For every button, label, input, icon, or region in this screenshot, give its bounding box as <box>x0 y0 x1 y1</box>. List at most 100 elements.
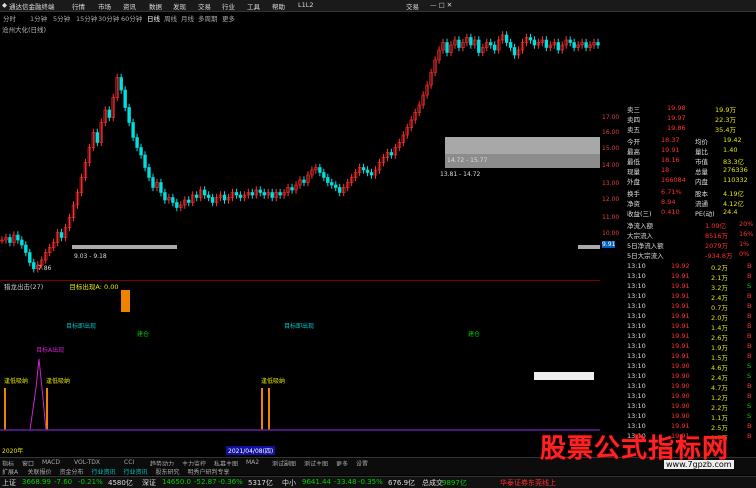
tick-side: S <box>747 372 752 380</box>
menu-item-tools[interactable]: 工具 <box>247 1 260 11</box>
sub-tab[interactable]: 股东研究 <box>156 467 180 476</box>
tick-volume: 0.7万 <box>711 304 728 312</box>
tick-price: 19.90 <box>671 382 690 390</box>
menu-item-data[interactable]: 数据 <box>149 1 162 11</box>
indicator-chart[interactable]: 目标即出现 目标即出现 目标A出现 建仓 建仓 逢低吸纳 逢低吸纳 逢低吸纳 <box>0 288 600 446</box>
candle-body <box>556 42 560 51</box>
menu-item-trade[interactable]: 交易 <box>198 1 211 11</box>
candle-body <box>504 34 509 43</box>
index-pct: -0.21% <box>78 478 103 486</box>
candle-body <box>596 42 600 46</box>
trade-button[interactable]: 交易 <box>406 1 419 11</box>
tick-row: 13:10 19.90 2.4万 S <box>625 372 756 382</box>
date-left: 2020年 <box>2 448 24 455</box>
current-price-tag: 9.91 <box>602 241 616 248</box>
candle-body <box>270 192 274 198</box>
tick-row: 13:10 19.92 0.2万 B <box>625 262 756 272</box>
tick-time: 13:10 <box>627 342 646 350</box>
candle-body <box>139 147 143 156</box>
tick-volume: 0.2万 <box>711 264 728 272</box>
sub-tab[interactable]: 关联报价 <box>28 467 52 476</box>
period-tab-30min[interactable]: 30分钟 <box>98 13 119 23</box>
tick-side: B <box>747 322 752 330</box>
candle-body <box>469 37 473 46</box>
tick-side: S <box>747 362 752 370</box>
sub-tab[interactable]: 行业资讯 <box>92 467 116 476</box>
candle-body <box>194 194 199 198</box>
period-tab-15min[interactable]: 15分钟 <box>76 13 97 23</box>
period-tab-intraday[interactable]: 分时 <box>3 13 16 23</box>
tick-volume: 1.5万 <box>711 354 728 362</box>
quote-value2: 19.42 <box>723 136 742 144</box>
quote-value: 166084 <box>661 176 686 184</box>
indicator-tab[interactable]: MACD <box>42 459 60 466</box>
app-title: 通达信金融终端 <box>9 3 55 11</box>
sub-tab[interactable]: 资金分布 <box>60 467 84 476</box>
tick-volume: 2.1万 <box>711 274 728 282</box>
quote-row: 卖三 19.98 19.9万 <box>625 104 756 114</box>
app-logo-icon: ◆ <box>2 1 7 9</box>
quote-price: 19.86 <box>667 124 686 132</box>
period-tab-5min[interactable]: 5分钟 <box>53 13 70 23</box>
tick-time: 13:10 <box>627 392 646 400</box>
quote-value2: 1.40 <box>723 146 738 154</box>
window-controls-icon[interactable]: — □ ✕ <box>430 1 452 9</box>
tick-volume: 2.4万 <box>711 374 728 382</box>
period-tab-more[interactable]: 更多 <box>222 13 235 23</box>
period-tab-daily[interactable]: 日线 <box>147 13 160 23</box>
menu-item-market[interactable]: 市场 <box>98 1 111 11</box>
tick-price: 19.91 <box>671 312 690 320</box>
quote-volume: 19.9万 <box>715 106 736 114</box>
indicator-peak <box>29 358 47 431</box>
quote-key: 最高 <box>627 148 640 156</box>
tick-time: 13:10 <box>627 332 646 340</box>
index-value: 9641.44 <box>302 478 331 486</box>
sub-tabs: 扩展A 关联报价 资金分布 行业资讯 行业资讯 股东研究 明秀户研判专享 <box>0 466 756 476</box>
range-label-1: 14.72 - 15.77 <box>447 157 488 164</box>
menu-item-news[interactable]: 资讯 <box>123 1 136 11</box>
price-tick: 12.00 <box>602 196 620 203</box>
period-tab-60min[interactable]: 60分钟 <box>121 13 142 23</box>
period-tab-weekly[interactable]: 周线 <box>164 13 177 23</box>
period-tab-monthly[interactable]: 月线 <box>181 13 194 23</box>
menu-item-quotes[interactable]: 行情 <box>72 1 85 11</box>
candlestick-chart[interactable]: 14.72 - 15.77 13.81 - 14.72 9.03 - 9.18 … <box>0 30 600 280</box>
sub-tab[interactable]: 行业资讯 <box>124 467 148 476</box>
tick-price: 19.90 <box>671 362 690 370</box>
indicator-tab[interactable]: MA2 <box>246 459 259 466</box>
sub-tab[interactable]: 扩展A <box>2 467 18 476</box>
quote-price: 19.98 <box>667 104 686 112</box>
tick-time: 13:10 <box>627 312 646 320</box>
tick-side: B <box>747 292 752 300</box>
price-tick: 14.00 <box>602 162 620 169</box>
quote-key2: 股本 <box>695 190 708 198</box>
quote-value2: 4.12亿 <box>723 200 744 208</box>
price-tick: 13.00 <box>602 180 620 187</box>
flow-key: 净流入额 <box>627 222 653 230</box>
period-tab-multi[interactable]: 多周期 <box>198 13 218 23</box>
indicator-tab[interactable]: VOL-TDX <box>74 459 100 466</box>
menu-item-industry[interactable]: 行业 <box>222 1 235 11</box>
tick-side: S <box>747 282 752 290</box>
menu-item-discover[interactable]: 发现 <box>173 1 186 11</box>
indicator-tab[interactable]: CCI <box>124 459 134 466</box>
tick-row: 13:10 19.91 1.5万 B <box>625 352 756 362</box>
sub-tab[interactable]: 明秀户研判专享 <box>188 467 230 476</box>
volume-spike <box>261 388 263 430</box>
candle-body <box>32 262 36 270</box>
tick-row: 13:10 19.90 1.1万 S <box>625 412 756 422</box>
candle-body <box>584 42 588 48</box>
tick-volume: 1.9万 <box>711 344 728 352</box>
index-value: 3668.99 <box>22 478 51 486</box>
tick-time: 13:10 <box>627 262 646 270</box>
candle-body <box>135 137 139 148</box>
flow-value: 1.09亿 <box>705 222 726 230</box>
low-price-label: 7.86 <box>38 265 52 272</box>
quote-key: 收益(三) <box>627 210 652 218</box>
quote-value2: 24.4 <box>723 208 738 216</box>
tick-side: B <box>747 392 752 400</box>
tick-row: 13:10 19.90 4.7万 B <box>625 382 756 392</box>
flow-value: -934.8万 <box>705 252 733 260</box>
menu-item-help[interactable]: 帮助 <box>272 1 285 11</box>
period-tab-1min[interactable]: 1分钟 <box>30 13 47 23</box>
